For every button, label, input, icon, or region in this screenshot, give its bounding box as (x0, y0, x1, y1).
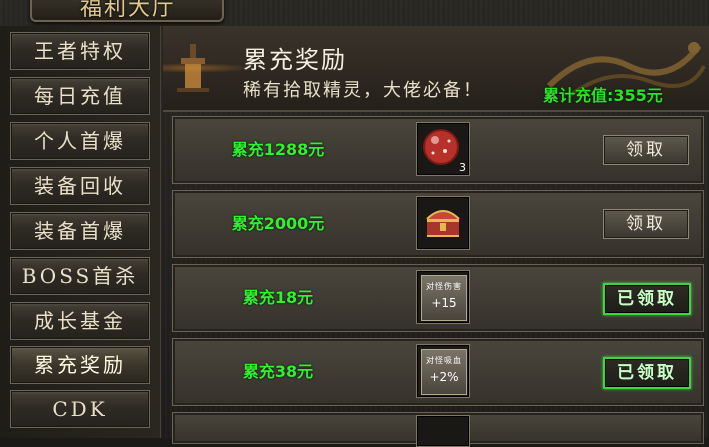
claimed-badge: 已领取 (603, 357, 691, 389)
sidebar-item-equipment-first-drop[interactable]: 装备首爆 (10, 212, 150, 250)
reward-item-slot[interactable]: 对怪伤害 +15 (416, 270, 470, 324)
banner-title: 累充奖励 (243, 46, 347, 74)
claim-button[interactable]: 领取 (603, 135, 689, 165)
claimed-badge: 已领取 (603, 283, 691, 315)
window-title-tab: 福利大厅 (30, 0, 224, 22)
reward-requirement: 累充18元 (242, 288, 314, 307)
sidebar-item-daily-recharge[interactable]: 每日充值 (10, 77, 150, 115)
reward-row: 累充38元 对怪吸血 +2% 已领取 (172, 338, 704, 406)
reward-requirement: 累充2000元 (231, 214, 325, 233)
sidebar-item-cdk[interactable]: CDK (10, 390, 150, 428)
reward-item-slot[interactable]: 3 (416, 122, 470, 176)
reward-item-slot[interactable] (416, 415, 470, 447)
reward-requirement: 累充1288元 (231, 140, 325, 159)
buff-value: +15 (431, 296, 457, 310)
banner-subtitle: 稀有拾取精灵，大佬必备！ (243, 80, 483, 101)
reward-requirement: 累充38元 (242, 362, 314, 381)
sidebar-item-equipment-recycle[interactable]: 装备回收 (10, 167, 150, 205)
sidebar-item-personal-first-drop[interactable]: 个人首爆 (10, 122, 150, 160)
header-banner: 累充奖励 稀有拾取精灵，大佬必备！ 累计充值:355元 (163, 26, 709, 112)
item-count: 3 (459, 161, 466, 174)
reward-row: 累充2000元 领取 (172, 190, 704, 258)
reward-row-partial (172, 412, 704, 447)
buff-value: +2% (429, 370, 459, 384)
sidebar-item-king-privilege[interactable]: 王者特权 (10, 32, 150, 70)
window-title: 福利大厅 (80, 0, 177, 21)
reward-item-slot[interactable] (416, 196, 470, 250)
damage-buff-icon: 对怪伤害 +15 (421, 275, 467, 321)
total-recharge-label: 累计充值:355元 (543, 86, 663, 105)
lantern-icon (177, 44, 209, 92)
buff-title: 对怪吸血 (426, 356, 462, 365)
reward-row: 累充1288元 3 领取 (172, 116, 704, 184)
sidebar-item-boss-first-kill[interactable]: BOSS首杀 (10, 257, 150, 295)
reward-row: 累充18元 对怪伤害 +15 已领取 (172, 264, 704, 332)
sidebar: 王者特权 每日充值 个人首爆 装备回收 装备首爆 BOSS首杀 成长基金 累充奖… (0, 26, 161, 438)
treasure-chest-icon (426, 210, 460, 237)
sidebar-item-cumulative-recharge[interactable]: 累充奖励 (10, 346, 150, 384)
buff-title: 对怪伤害 (426, 282, 462, 291)
lifesteal-buff-icon: 对怪吸血 +2% (421, 349, 467, 395)
sidebar-item-growth-fund[interactable]: 成长基金 (10, 302, 150, 340)
claim-button[interactable]: 领取 (603, 209, 689, 239)
reward-item-slot[interactable]: 对怪吸血 +2% (416, 344, 470, 398)
